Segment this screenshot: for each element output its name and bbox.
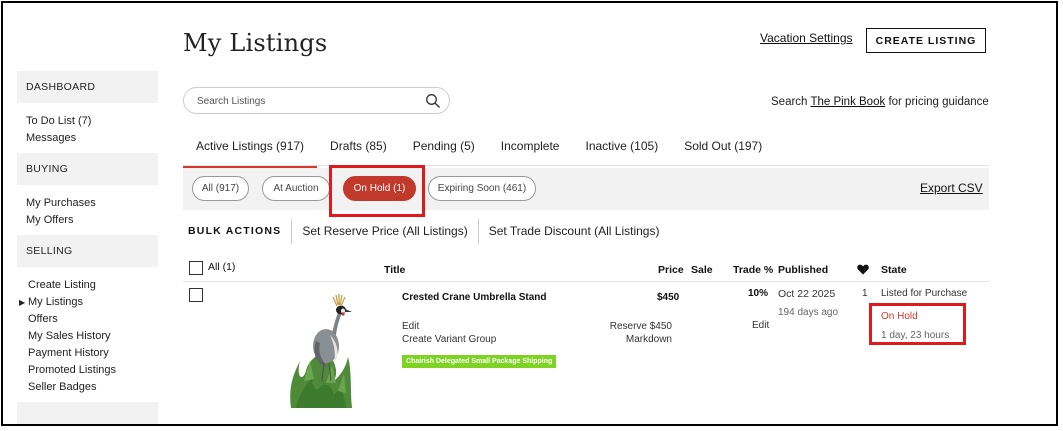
tab-sold-out[interactable]: Sold Out (197) [671,138,775,166]
tab-pending[interactable]: Pending (5) [400,138,488,166]
row-checkbox[interactable] [189,288,203,302]
filter-at-auction[interactable]: At Auction [262,176,330,201]
heart-icon [857,264,869,275]
sidebar-heading-buying: BUYING [17,153,158,185]
sidebar-item-to-do-list[interactable]: To Do List (7) [26,113,158,130]
column-header-price: Price [658,264,684,276]
sidebar-item-my-purchases[interactable]: My Purchases [26,195,158,212]
pink-book-guidance: Search The Pink Book for pricing guidanc… [771,96,989,108]
markdown-link[interactable]: Markdown [626,334,672,345]
vacation-settings-link[interactable]: Vacation Settings [760,31,853,45]
page-frame: DASHBOARD To Do List (7) Messages BUYING… [1,1,1058,426]
bulk-actions-label: BULK ACTIONS [188,225,282,237]
reserve-price[interactable]: Reserve $450 [610,321,672,332]
sidebar-item-seller-badges[interactable]: Seller Badges [28,379,158,396]
favorites-count: 1 [862,288,868,299]
filter-bar: All (917) At Auction On Hold (1) Expirin… [183,168,989,210]
column-header-sale: Sale [691,264,713,276]
search-icon[interactable] [425,93,441,109]
pink-book-prefix: Search [771,96,808,108]
listing-thumbnail[interactable] [286,291,356,408]
page-title: My Listings [183,29,328,57]
sidebar-item-promoted-listings[interactable]: Promoted Listings [28,362,158,379]
listing-title[interactable]: Crested Crane Umbrella Stand [402,292,547,303]
table-header-divider [183,281,989,282]
pink-book-suffix: for pricing guidance [888,96,989,108]
trade-discount: 10% [748,288,769,299]
on-hold-highlight-box [329,165,425,217]
tab-inactive[interactable]: Inactive (105) [572,138,671,166]
edit-listing-link[interactable]: Edit [402,321,419,332]
listing-tabs: Active Listings (917) Drafts (85) Pendin… [183,138,775,168]
listing-state: Listed for Purchase [881,288,968,299]
filter-expiring-soon[interactable]: Expiring Soon (461) [428,176,536,201]
listing-price: $450 [657,292,680,303]
sidebar-item-my-listings[interactable]: ▶ My Listings [19,294,158,311]
filter-all[interactable]: All (917) [192,176,249,201]
sidebar: DASHBOARD To Do List (7) Messages BUYING… [17,71,158,424]
caret-right-icon: ▶ [19,298,26,307]
search-box [183,87,450,114]
export-csv-link[interactable]: Export CSV [920,181,983,195]
sidebar-item-create-listing[interactable]: Create Listing [28,277,158,294]
tab-drafts[interactable]: Drafts (85) [317,138,400,166]
column-header-trade: Trade % [733,264,774,276]
divider [291,218,293,244]
hold-status-highlight-box [869,303,966,345]
sidebar-item-messages[interactable]: Messages [26,130,158,147]
create-variant-group-link[interactable]: Create Variant Group [402,334,496,345]
sidebar-heading-dashboard: DASHBOARD [17,71,158,103]
pink-book-link[interactable]: The Pink Book [810,96,885,108]
bulk-actions-bar: BULK ACTIONS Set Reserve Price (All List… [188,218,659,244]
sidebar-footer [17,402,158,424]
edit-trade-link[interactable]: Edit [752,320,769,331]
column-header-title: Title [384,264,406,276]
column-header-published: Published [778,264,829,276]
published-ago: 194 days ago [778,307,839,318]
shipping-badge: Chairish Delegated Small Package Shippin… [402,355,557,368]
published-date: Oct 22 2025 [778,288,836,300]
tabs-divider [183,165,989,166]
sidebar-item-payment-history[interactable]: Payment History [28,345,158,362]
sidebar-item-my-sales-history[interactable]: My Sales History [28,328,158,345]
set-trade-discount-button[interactable]: Set Trade Discount (All Listings) [489,224,660,238]
sidebar-heading-selling: SELLING [17,235,158,267]
search-input[interactable] [195,93,414,110]
set-reserve-price-button[interactable]: Set Reserve Price (All Listings) [302,224,467,238]
column-header-state: State [881,264,907,276]
divider [477,218,479,244]
sidebar-item-offers[interactable]: Offers [28,311,158,328]
tab-active-listings[interactable]: Active Listings (917) [183,138,318,168]
create-listing-button[interactable]: CREATE LISTING [866,28,986,53]
select-all-label: All (1) [208,261,236,273]
tab-incomplete[interactable]: Incomplete [488,138,573,166]
select-all-checkbox[interactable] [189,261,203,275]
sidebar-item-label: My Listings [28,296,84,308]
sidebar-item-my-offers[interactable]: My Offers [26,212,158,229]
